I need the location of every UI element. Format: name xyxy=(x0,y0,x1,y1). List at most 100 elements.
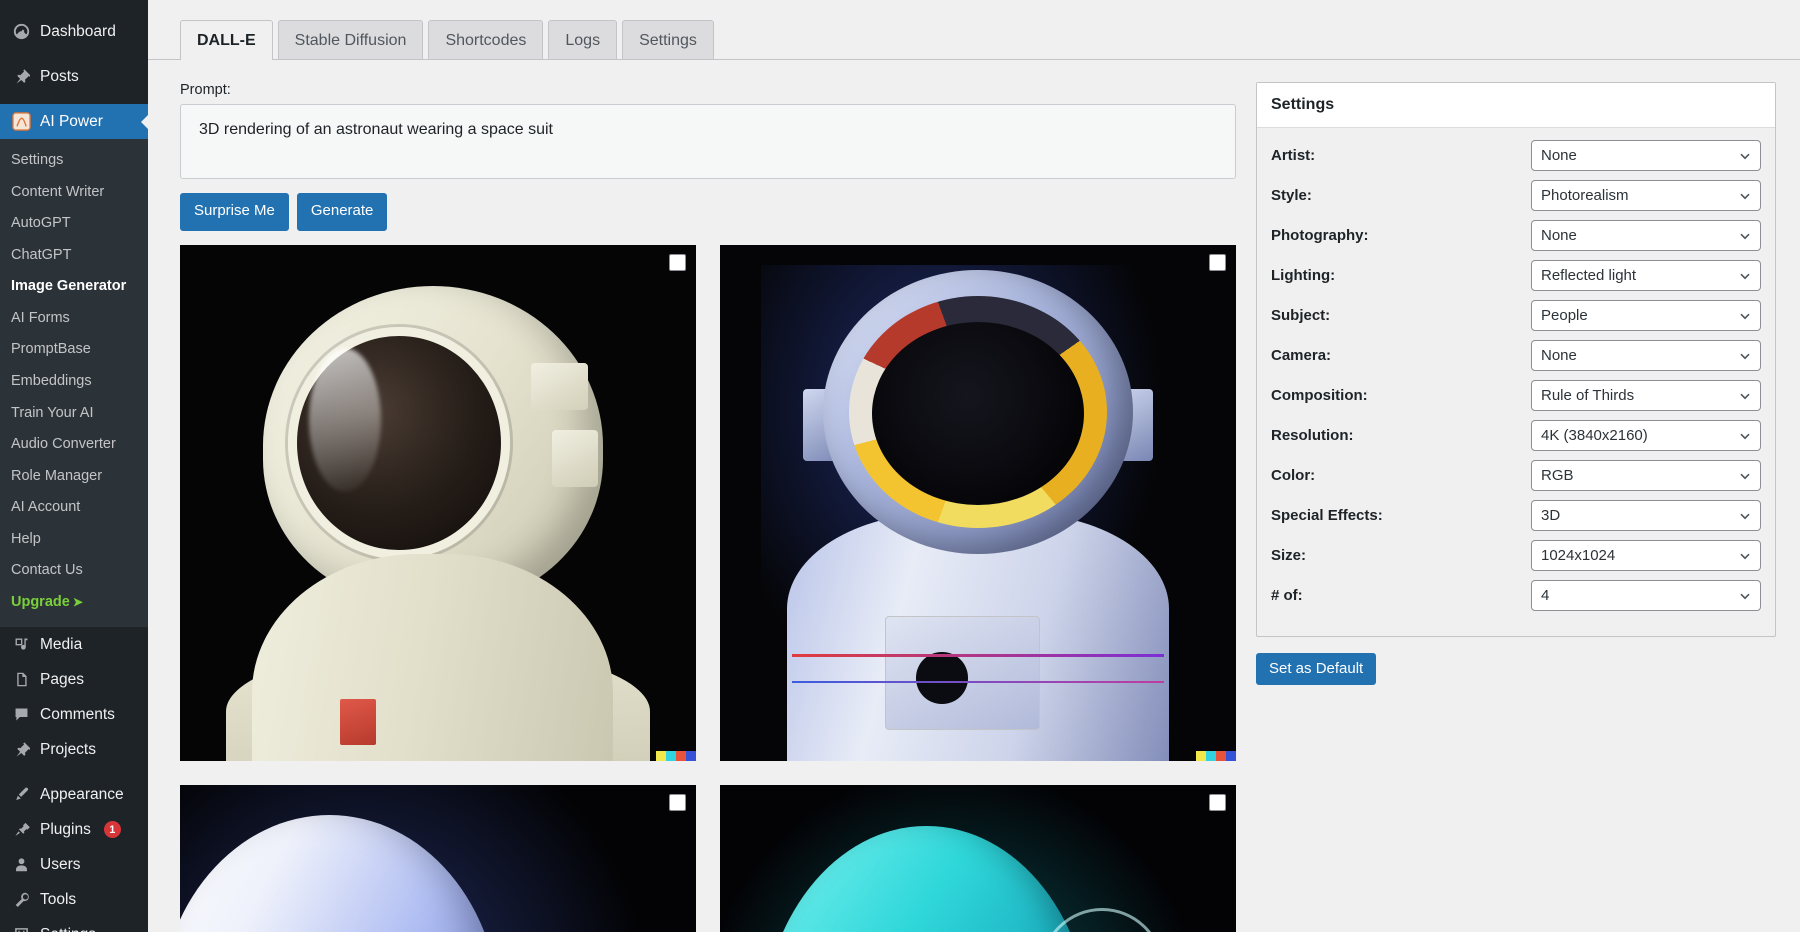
tab-dall-e[interactable]: DALL-E xyxy=(180,20,273,60)
submenu-item-ai-forms[interactable]: AI Forms xyxy=(0,303,148,335)
tab-logs[interactable]: Logs xyxy=(548,20,617,59)
pin-icon xyxy=(11,740,31,760)
sidebar-item-label: Posts xyxy=(40,68,79,86)
sidebar-item-users[interactable]: Users xyxy=(0,847,148,882)
camera-select[interactable]: None xyxy=(1531,340,1761,371)
submenu-item-train-your-ai[interactable]: Train Your AI xyxy=(0,398,148,430)
astronaut-artwork-2 xyxy=(720,245,1236,761)
composition-select[interactable]: Rule of Thirds xyxy=(1531,380,1761,411)
chevron-down-icon xyxy=(1739,270,1751,282)
chevron-down-icon xyxy=(1739,230,1751,242)
image-select-checkbox[interactable] xyxy=(1209,794,1226,811)
lighting-select[interactable]: Reflected light xyxy=(1531,260,1761,291)
submenu-item-image-generator[interactable]: Image Generator xyxy=(0,271,148,303)
image-select-checkbox[interactable] xyxy=(669,254,686,271)
prompt-input[interactable]: 3D rendering of an astronaut wearing a s… xyxy=(180,104,1236,179)
sidebar-item-comments[interactable]: Comments xyxy=(0,697,148,732)
setting-label: Photography: xyxy=(1271,227,1531,244)
generated-image-2[interactable] xyxy=(720,245,1236,761)
resolution-select[interactable]: 4K (3840x2160) xyxy=(1531,420,1761,451)
setting-row-number-of: # of: 4 xyxy=(1271,580,1761,611)
submenu-item-promptbase[interactable]: PromptBase xyxy=(0,334,148,366)
generated-image-1[interactable] xyxy=(180,245,696,761)
sidebar-item-settings[interactable]: Settings xyxy=(0,917,148,932)
submenu-item-embeddings[interactable]: Embeddings xyxy=(0,366,148,398)
submenu-item-help[interactable]: Help xyxy=(0,524,148,556)
surprise-me-button[interactable]: Surprise Me xyxy=(180,193,289,231)
number-of-select[interactable]: 4 xyxy=(1531,580,1761,611)
subject-select[interactable]: People xyxy=(1531,300,1761,331)
settings-panel: Settings Artist: None Style: xyxy=(1256,82,1776,637)
setting-label: Artist: xyxy=(1271,147,1531,164)
setting-row-photography: Photography: None xyxy=(1271,220,1761,251)
number-of-select-value: 4 xyxy=(1541,587,1549,604)
chevron-down-icon xyxy=(1739,390,1751,402)
sidebar-item-pages[interactable]: Pages xyxy=(0,662,148,697)
content-wrapper: Prompt: 3D rendering of an astronaut wea… xyxy=(148,60,1800,932)
submenu-item-contact-us[interactable]: Contact Us xyxy=(0,555,148,587)
pin-icon xyxy=(11,67,31,87)
setting-label: Color: xyxy=(1271,467,1531,484)
chevron-down-icon xyxy=(1739,470,1751,482)
size-select-value: 1024x1024 xyxy=(1541,547,1615,564)
astronaut-artwork-4 xyxy=(720,785,1236,932)
sidebar-item-label: Users xyxy=(40,856,80,874)
artist-select[interactable]: None xyxy=(1531,140,1761,171)
submenu-item-audio-converter[interactable]: Audio Converter xyxy=(0,429,148,461)
set-as-default-button[interactable]: Set as Default xyxy=(1256,653,1376,685)
tab-stable-diffusion[interactable]: Stable Diffusion xyxy=(278,20,424,59)
setting-row-color: Color: RGB xyxy=(1271,460,1761,491)
pages-icon xyxy=(11,670,31,690)
settings-panel-footer: Set as Default xyxy=(1256,653,1776,685)
sidebar-item-media[interactable]: Media xyxy=(0,627,148,662)
sidebar-item-projects[interactable]: Projects xyxy=(0,732,148,767)
special-effects-select-value: 3D xyxy=(1541,507,1560,524)
submenu-item-chatgpt[interactable]: ChatGPT xyxy=(0,240,148,272)
submenu-item-settings[interactable]: Settings xyxy=(0,145,148,177)
generate-button[interactable]: Generate xyxy=(297,193,388,231)
chevron-down-icon xyxy=(1739,150,1751,162)
submenu-item-role-manager[interactable]: Role Manager xyxy=(0,461,148,493)
sidebar-item-posts[interactable]: Posts xyxy=(0,59,148,94)
composition-select-value: Rule of Thirds xyxy=(1541,387,1634,404)
sidebar-item-label: AI Power xyxy=(40,113,103,131)
plug-icon xyxy=(11,820,31,840)
chevron-down-icon xyxy=(1739,550,1751,562)
generated-image-4[interactable] xyxy=(720,785,1236,932)
settings-column: Settings Artist: None Style: xyxy=(1256,82,1776,932)
style-select[interactable]: Photorealism xyxy=(1531,180,1761,211)
generator-column: Prompt: 3D rendering of an astronaut wea… xyxy=(180,82,1236,932)
sidebar-item-tools[interactable]: Tools xyxy=(0,882,148,917)
sidebar-item-dashboard[interactable]: Dashboard xyxy=(0,14,148,49)
sidebar-item-plugins[interactable]: Plugins 1 xyxy=(0,812,148,847)
main-content: DALL-E Stable Diffusion Shortcodes Logs … xyxy=(148,0,1800,932)
sidebar-item-label: Dashboard xyxy=(40,23,116,41)
tab-shortcodes[interactable]: Shortcodes xyxy=(428,20,543,59)
artist-select-value: None xyxy=(1541,147,1577,164)
submenu-item-upgrade[interactable]: Upgrade➤ xyxy=(0,587,148,619)
tab-settings[interactable]: Settings xyxy=(622,20,714,59)
plugins-update-badge: 1 xyxy=(104,821,121,838)
sidebar-divider-3 xyxy=(0,767,148,777)
chevron-down-icon xyxy=(1739,510,1751,522)
lighting-select-value: Reflected light xyxy=(1541,267,1636,284)
sidebar-item-appearance[interactable]: Appearance xyxy=(0,777,148,812)
ai-power-icon xyxy=(11,112,31,132)
submenu-item-autogpt[interactable]: AutoGPT xyxy=(0,208,148,240)
photography-select[interactable]: None xyxy=(1531,220,1761,251)
special-effects-select[interactable]: 3D xyxy=(1531,500,1761,531)
color-select-value: RGB xyxy=(1541,467,1574,484)
size-select[interactable]: 1024x1024 xyxy=(1531,540,1761,571)
image-select-checkbox[interactable] xyxy=(669,794,686,811)
submenu-item-ai-account[interactable]: AI Account xyxy=(0,492,148,524)
submenu-item-content-writer[interactable]: Content Writer xyxy=(0,177,148,209)
image-select-checkbox[interactable] xyxy=(1209,254,1226,271)
camera-select-value: None xyxy=(1541,347,1577,364)
chevron-down-icon xyxy=(1739,430,1751,442)
color-select[interactable]: RGB xyxy=(1531,460,1761,491)
sidebar-item-label: Comments xyxy=(40,706,115,724)
sidebar-bottom-group: Media Pages Comments Projects xyxy=(0,627,148,932)
sidebar-item-ai-power[interactable]: AI Power xyxy=(0,104,148,139)
generated-image-3[interactable] xyxy=(180,785,696,932)
resolution-select-value: 4K (3840x2160) xyxy=(1541,427,1648,444)
